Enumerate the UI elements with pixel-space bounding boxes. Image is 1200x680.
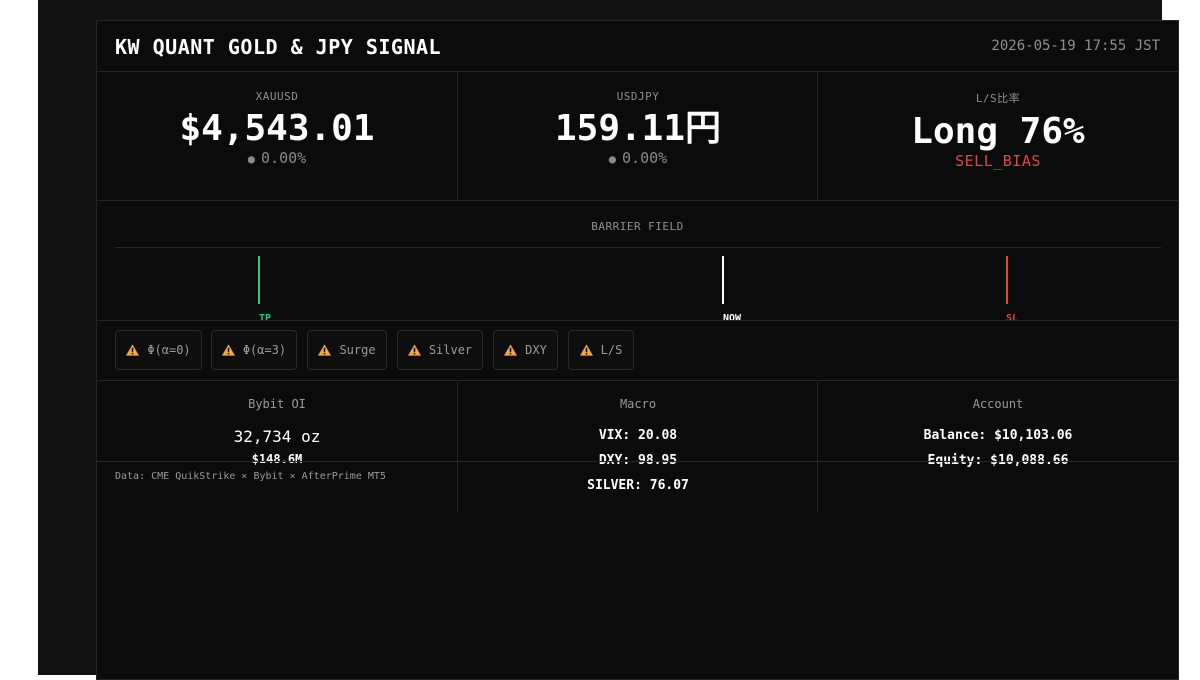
alert-badge-phi3[interactable]: Φ(α=3) — [211, 330, 297, 370]
oi-ounces: 32,734 oz — [233, 427, 321, 446]
metric-ls-ratio: L/S比率 Long 76% SELL_BIAS — [818, 72, 1178, 200]
metric-value: 159.11円 — [554, 108, 722, 149]
tp-label: TP — [258, 313, 272, 324]
barrier-field-title: BARRIER FIELD — [591, 220, 684, 233]
card-macro: Macro VIX: 20.08 DXY: 98.95 SILVER: 76.0… — [458, 382, 818, 493]
dot-icon: ● — [608, 152, 617, 166]
barrier-baseline — [115, 247, 1161, 248]
metric-usdjpy: USDJPY 159.11円 ● 0.00% — [458, 72, 818, 200]
barrier-divider — [97, 320, 1178, 321]
now-label: NOW — [722, 313, 742, 324]
card-title: Macro — [619, 397, 657, 411]
alert-badge-silver[interactable]: Silver — [397, 330, 483, 370]
warning-icon — [504, 344, 518, 356]
card-title: Account — [972, 397, 1024, 411]
warning-icon — [126, 344, 140, 356]
metric-change: ● 0.00% — [458, 149, 818, 167]
page-title: KW QUANT GOLD & JPY SIGNAL — [115, 35, 442, 59]
timestamp: 2026-05-19 17:55 JST — [991, 38, 1160, 54]
metric-xauusd: XAUUSD $4,543.01 ● 0.00% — [97, 72, 457, 200]
metric-label: XAUUSD — [255, 90, 299, 103]
bias-label: SELL_BIAS — [955, 152, 1041, 170]
oi-usd: $148.6M — [251, 452, 303, 466]
metric-change: ● 0.00% — [97, 149, 457, 167]
now-marker — [722, 256, 724, 304]
metrics-divider — [97, 200, 1178, 201]
change-text: 0.00% — [622, 149, 668, 167]
metric-value: Long 76% — [911, 111, 1085, 152]
metric-label: L/S比率 — [975, 92, 1021, 105]
alerts-divider — [97, 380, 1178, 381]
alert-label: Surge — [339, 343, 376, 357]
metric-label: USDJPY — [616, 90, 660, 103]
alert-badge-dxy[interactable]: DXY — [493, 330, 558, 370]
macro-vix: VIX: 20.08 — [598, 428, 678, 443]
signal-panel: KW QUANT GOLD & JPY SIGNAL 2026-05-19 17… — [96, 20, 1179, 680]
alert-badge-surge[interactable]: Surge — [307, 330, 387, 370]
macro-silver: SILVER: 76.07 — [587, 478, 689, 493]
dot-icon: ● — [247, 152, 256, 166]
change-text: 0.00% — [261, 149, 307, 167]
metric-value: $4,543.01 — [179, 108, 375, 149]
tp-marker — [258, 256, 260, 304]
barrier-field: TP NOW SL — [115, 247, 1161, 324]
warning-icon — [221, 344, 235, 356]
warning-icon — [579, 344, 593, 356]
alert-badge-phi0[interactable]: Φ(α=0) — [115, 330, 202, 370]
account-balance: Balance: $10,103.06 — [923, 428, 1073, 443]
app-frame: KW QUANT GOLD & JPY SIGNAL 2026-05-19 17… — [38, 0, 1179, 680]
alert-label: DXY — [525, 343, 547, 357]
alert-label: Φ(α=0) — [147, 343, 191, 357]
alert-label: Φ(α=3) — [242, 343, 287, 357]
data-source-note: Data: CME QuikStrike × Bybit × AfterPrim… — [115, 471, 386, 482]
alert-label: Silver — [428, 343, 473, 357]
warning-icon — [407, 344, 421, 356]
card-bybit-oi: Bybit OI 32,734 oz $148.6M — [97, 382, 457, 466]
cards-divider — [97, 461, 1178, 462]
warning-icon — [318, 344, 332, 356]
sl-marker — [1006, 256, 1008, 304]
sl-label: SL — [1005, 313, 1019, 324]
card-title: Bybit OI — [248, 397, 306, 411]
alert-label: L/S — [600, 343, 623, 357]
alert-badge-ls[interactable]: L/S — [568, 330, 634, 370]
card-account: Account Balance: $10,103.06 Equity: $10,… — [818, 382, 1178, 468]
